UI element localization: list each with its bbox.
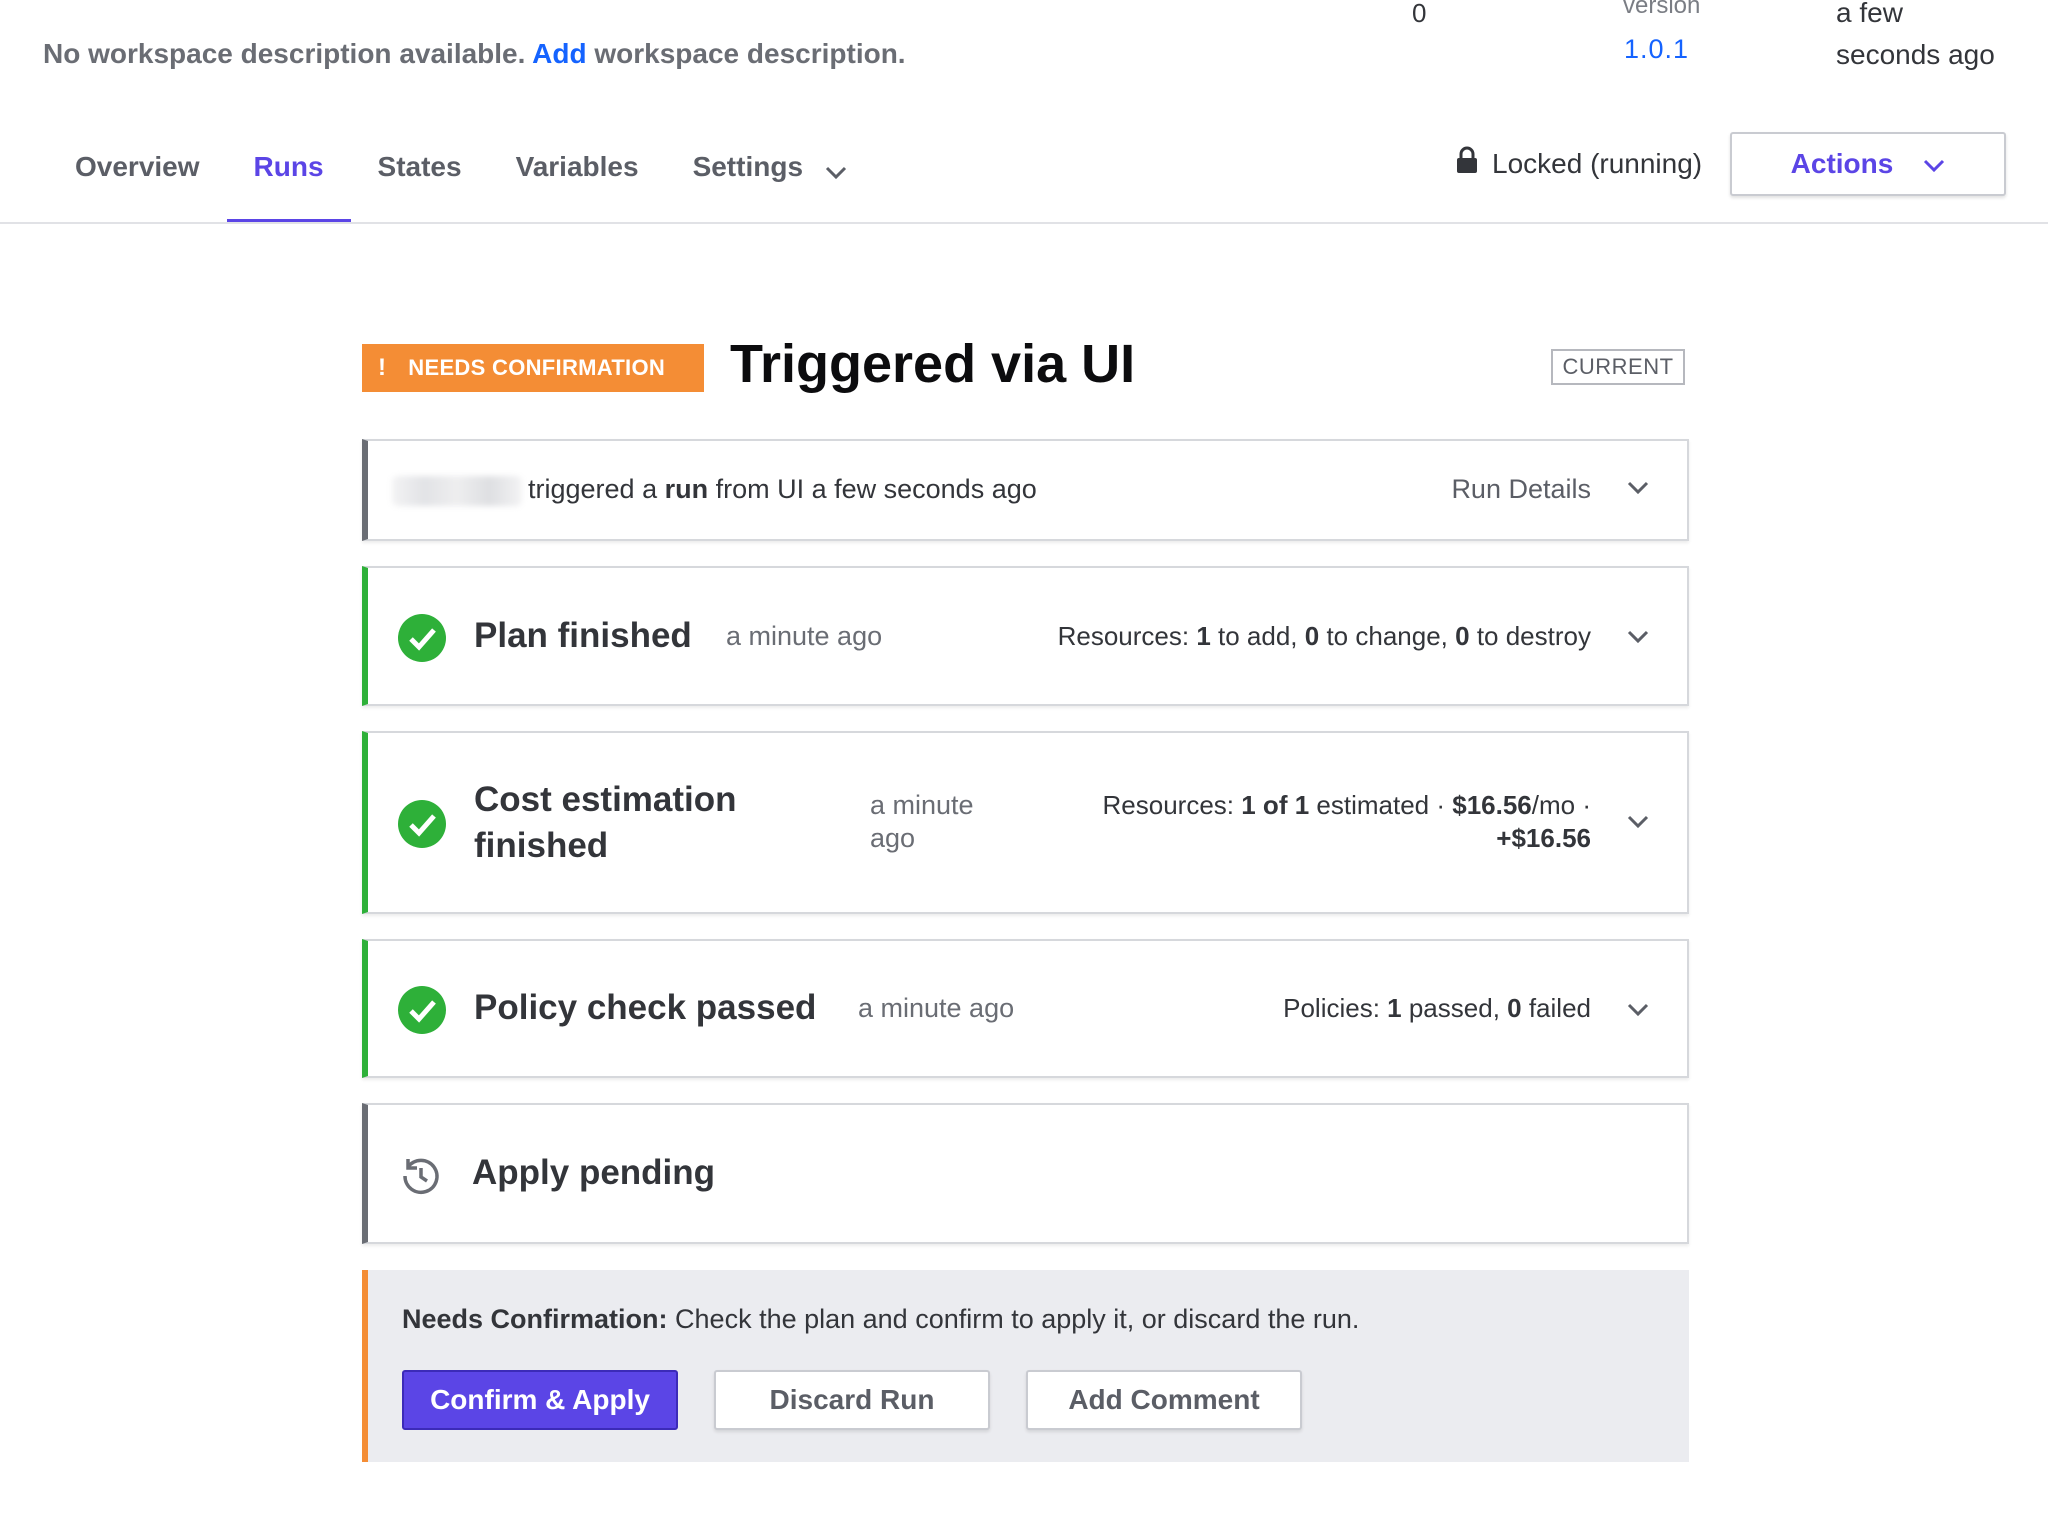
updated-time-line1: a few	[1836, 0, 1903, 28]
actions-label: Actions	[1790, 148, 1894, 179]
policy-title: Policy check passed	[474, 988, 817, 1027]
tabs-divider	[0, 222, 2048, 224]
updated-time: a few seconds ago	[1836, 0, 1995, 76]
workspace-tabs: Overview Runs States Variables Settings	[48, 140, 874, 224]
version-link[interactable]: 1.0.1	[1624, 34, 1689, 65]
history-clock-icon	[400, 1155, 442, 1202]
plan-add-text: to add,	[1210, 621, 1305, 651]
workspace-description: No workspace description available. Add …	[43, 38, 906, 70]
policy-time: a minute ago	[858, 993, 1015, 1023]
policy-failed-text: failed	[1521, 993, 1591, 1023]
warning-icon: !	[378, 354, 387, 381]
actions-button[interactable]: Actions	[1730, 132, 2006, 196]
chevron-down-icon[interactable]	[1627, 1003, 1649, 1022]
plan-time: a minute ago	[726, 621, 883, 651]
status-badge-label: NEEDS CONFIRMATION	[408, 355, 666, 380]
apply-stage-card: Apply pending	[362, 1103, 1689, 1244]
plan-stage-card[interactable]: Plan finished a minute ago Resources: 1 …	[362, 566, 1689, 706]
tab-states[interactable]: States	[351, 140, 489, 224]
cost-time-line1: a minute	[870, 790, 974, 820]
cost-monthly-text: /mo ·	[1531, 790, 1591, 820]
resource-count-value: 0	[1412, 0, 1427, 28]
cost-title: Cost estimation finished	[474, 777, 737, 869]
policy-passed-text: passed,	[1401, 993, 1508, 1023]
avatar	[392, 475, 522, 506]
plan-change-text: to change,	[1319, 621, 1456, 651]
chevron-down-icon	[825, 144, 847, 198]
add-comment-button[interactable]: Add Comment	[1026, 1370, 1302, 1430]
policy-results: Policies: 1 passed, 0 failed	[1283, 993, 1591, 1024]
cost-monthly: $16.56	[1452, 790, 1532, 820]
tab-settings-label: Settings	[692, 151, 804, 182]
check-circle-icon	[398, 986, 446, 1034]
confirm-apply-button[interactable]: Confirm & Apply	[402, 1370, 678, 1430]
plan-change-count: 0	[1304, 621, 1320, 651]
run-trigger-card: triggered a run from UI a few seconds ag…	[362, 439, 1689, 541]
check-circle-icon	[398, 800, 446, 848]
plan-add-count: 1	[1196, 621, 1211, 651]
plan-destroy-count: 0	[1455, 621, 1470, 651]
plan-resources: Resources: 1 to add, 0 to change, 0 to d…	[1058, 621, 1591, 652]
trigger-text: triggered a run from UI a few seconds ag…	[392, 474, 1037, 506]
lock-status: Locked (running)	[1456, 146, 1702, 181]
run-title: Triggered via UI	[730, 334, 1136, 394]
plan-res-label: Resources:	[1057, 621, 1197, 651]
discard-run-button[interactable]: Discard Run	[714, 1370, 990, 1430]
workspace-description-text: No workspace description available.	[43, 38, 526, 69]
cost-delta: +$16.56	[1496, 823, 1591, 853]
tab-variables[interactable]: Variables	[489, 140, 666, 224]
check-circle-icon	[398, 614, 446, 662]
version-label: version	[1623, 0, 1701, 19]
chevron-down-icon	[1923, 148, 1945, 180]
policy-label: Policies:	[1283, 993, 1388, 1023]
tab-runs[interactable]: Runs	[226, 140, 351, 224]
cost-time-line2: ago	[870, 823, 916, 853]
confirmation-text: Check the plan and confirm to apply it, …	[667, 1304, 1360, 1334]
cost-time: a minute ago	[870, 789, 974, 855]
trigger-run-word: run	[664, 474, 709, 504]
run-details-link[interactable]: Run Details	[1451, 474, 1591, 505]
status-badge: ! NEEDS CONFIRMATION	[362, 344, 704, 392]
cost-res-label: Resources:	[1102, 790, 1242, 820]
confirmation-label: Needs Confirmation:	[402, 1304, 668, 1334]
cost-title-line2: finished	[474, 826, 609, 865]
cost-estimated-count: 1 of 1	[1241, 790, 1310, 820]
cost-estimated-text: estimated ·	[1309, 790, 1453, 820]
policy-passed-count: 1	[1387, 993, 1402, 1023]
cost-resources: Resources: 1 of 1 estimated · $16.56/mo …	[1103, 789, 1591, 855]
lock-status-label: Locked (running)	[1492, 147, 1703, 179]
chevron-down-icon[interactable]	[1627, 481, 1649, 500]
current-badge: CURRENT	[1551, 349, 1685, 385]
updated-time-line2: seconds ago	[1836, 39, 1995, 70]
cost-title-line1: Cost estimation	[474, 780, 737, 819]
confirmation-message: Needs Confirmation: Check the plan and c…	[402, 1304, 1359, 1335]
plan-title: Plan finished	[474, 616, 692, 655]
trigger-post: from UI a few seconds ago	[708, 474, 1037, 504]
plan-destroy-text: to destroy	[1469, 621, 1591, 651]
policy-stage-card[interactable]: Policy check passed a minute ago Policie…	[362, 939, 1689, 1078]
cost-stage-card[interactable]: Cost estimation finished a minute ago Re…	[362, 731, 1689, 914]
lock-icon	[1456, 146, 1478, 181]
policy-failed-count: 0	[1507, 993, 1522, 1023]
confirmation-panel: Needs Confirmation: Check the plan and c…	[362, 1270, 1689, 1462]
tab-settings[interactable]: Settings	[666, 140, 874, 224]
tab-overview[interactable]: Overview	[48, 140, 227, 224]
trigger-pre: triggered a	[528, 474, 665, 504]
add-description-link[interactable]: Add	[532, 38, 586, 69]
apply-title: Apply pending	[472, 1153, 716, 1192]
chevron-down-icon[interactable]	[1627, 815, 1649, 834]
workspace-description-tail: workspace description.	[586, 38, 906, 69]
chevron-down-icon[interactable]	[1627, 630, 1649, 649]
